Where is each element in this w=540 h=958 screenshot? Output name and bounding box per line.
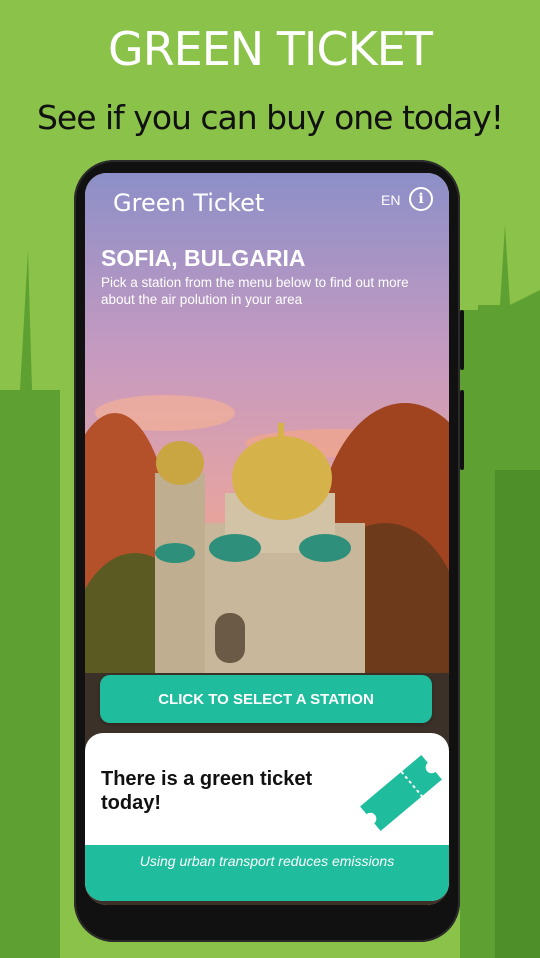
footer-message: Using urban transport reduces emissions <box>85 845 449 901</box>
select-station-button[interactable]: CLICK TO SELECT A STATION <box>100 675 432 723</box>
volume-button <box>460 310 464 370</box>
app-screen: Green Ticket EN i SOFIA, BULGARIA Pick a… <box>85 173 449 905</box>
app-logo: Green Ticket <box>113 189 265 217</box>
language-selector[interactable]: EN <box>381 192 400 208</box>
promo-title: GREEN TICKET <box>108 22 433 76</box>
info-icon[interactable]: i <box>409 187 433 211</box>
instructions-text: Pick a station from the menu below to fi… <box>101 275 409 307</box>
city-title: SOFIA, BULGARIA <box>101 245 306 271</box>
ticket-icon <box>360 755 442 831</box>
status-message: There is a green ticket today! <box>101 768 313 814</box>
status-card: There is a green ticket today! Using urb… <box>85 733 449 901</box>
promo-subtitle: See if you can buy one today! <box>36 98 504 137</box>
power-button <box>460 390 464 470</box>
